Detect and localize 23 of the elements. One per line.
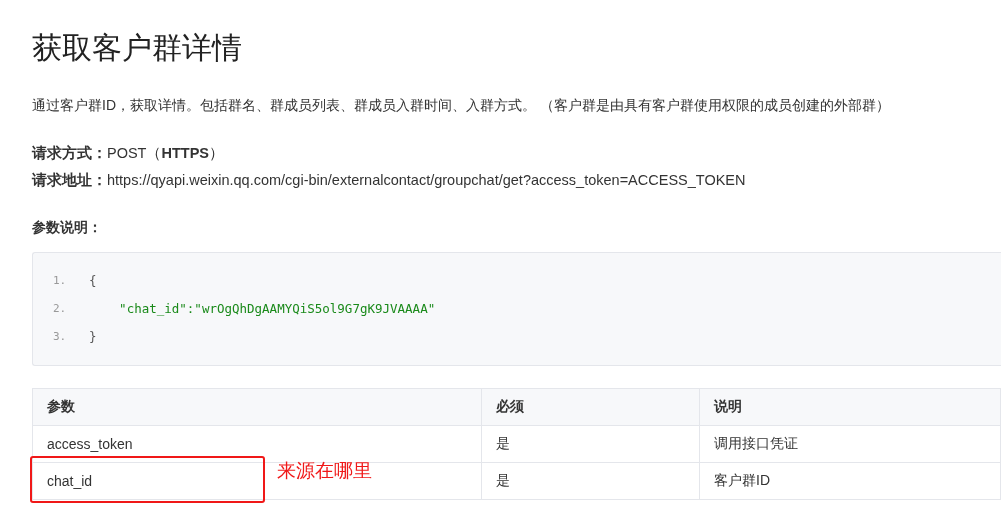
column-header: 说明 bbox=[699, 388, 1001, 426]
table-cell: 是 bbox=[496, 472, 510, 488]
column-header: 必须 bbox=[481, 388, 700, 426]
line-number: 1. bbox=[53, 273, 68, 289]
code-text: { bbox=[89, 272, 97, 290]
section-heading: 参数说明： bbox=[32, 218, 103, 237]
table-cell: access_token bbox=[47, 436, 133, 452]
table-cell: 调用接口凭证 bbox=[714, 435, 798, 451]
line-number: 3. bbox=[53, 329, 68, 345]
field-label: 请求地址： bbox=[32, 172, 107, 188]
annotation-note: 来源在哪里 bbox=[277, 459, 372, 483]
field-label: 请求方式： bbox=[32, 145, 107, 161]
page-title: 获取客户群详情 bbox=[32, 30, 243, 66]
field-value: POST（HTTPS） bbox=[107, 145, 224, 161]
column-header: 参数 bbox=[32, 388, 482, 426]
description-text: 通过客户群ID，获取详情。包括群名、群成员列表、群成员入群时间、入群方式。 （客户群是由具有客户群使用权限的成员创建的外部群） bbox=[32, 96, 891, 115]
line-number: 2. bbox=[53, 301, 68, 317]
table-cell: chat_id bbox=[47, 473, 93, 489]
table-cell: 是 bbox=[496, 435, 510, 451]
code-text: } bbox=[89, 328, 97, 346]
field-value: https://qyapi.weixin.qq.com/cgi-bin/externalcontact/groupchat/get?access_token=ACCESS_TOKEN bbox=[107, 172, 746, 188]
table-cell: 客户群ID bbox=[714, 472, 770, 488]
code-text: "chat_id":"wrOgQhDgAAMYQiS5ol9G7gK9JVAAAA" bbox=[118, 300, 436, 318]
